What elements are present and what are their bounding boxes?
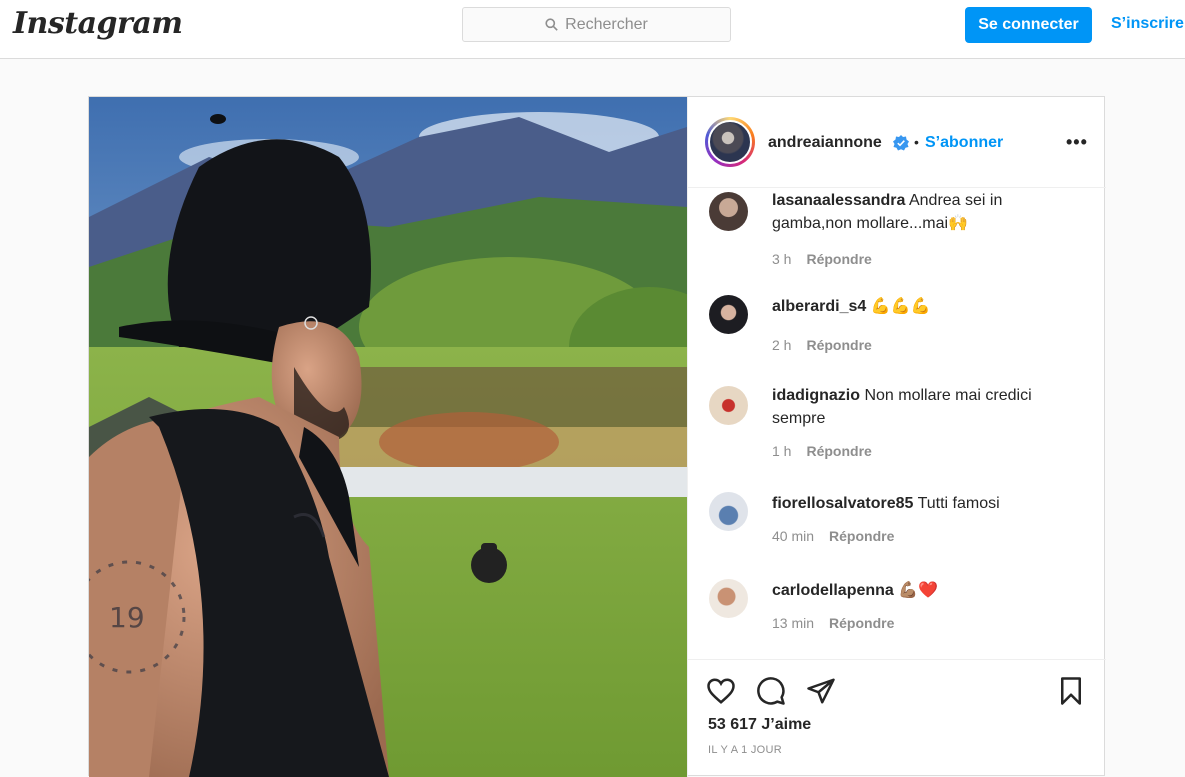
svg-text:19: 19 — [109, 601, 145, 634]
post-card: 19 andreaiannone • S’abonner ••• lasanaa… — [88, 96, 1106, 777]
comment-username[interactable]: carlodellapenna — [772, 582, 894, 599]
comments-list[interactable]: lasanaalessandra Andrea sei in gamba,non… — [688, 189, 1106, 659]
comment-message: 💪💪💪 — [870, 298, 931, 315]
reply-button[interactable]: Répondre — [806, 251, 871, 267]
comment-time: 13 min — [772, 615, 815, 631]
comment-time: 1 h — [772, 443, 792, 459]
signup-link[interactable]: S’inscrire — [1111, 15, 1184, 33]
comment-time: 40 min — [772, 528, 815, 544]
comment-username[interactable]: fiorellosalvatore85 — [772, 495, 913, 512]
reply-button[interactable]: Répondre — [829, 528, 894, 544]
comment-icon[interactable] — [756, 676, 786, 706]
comment-username[interactable]: alberardi_s4 — [772, 298, 866, 315]
reply-button[interactable]: Répondre — [806, 443, 871, 459]
comment-text: lasanaalessandra Andrea sei in gamba,non… — [772, 189, 1072, 235]
heart-icon[interactable] — [706, 676, 736, 706]
reply-button[interactable]: Répondre — [829, 615, 894, 631]
comment-meta: 40 min Répondre — [772, 528, 894, 544]
comment-text: fiorellosalvatore85 Tutti famosi — [772, 492, 1072, 515]
comment-message: Tutti famosi — [917, 495, 1000, 512]
commenter-avatar[interactable] — [709, 492, 748, 531]
comment-time: 3 h — [772, 251, 792, 267]
login-button[interactable]: Se connecter — [965, 7, 1092, 43]
bookmark-icon[interactable] — [1056, 676, 1086, 706]
comment-username[interactable]: idadignazio — [772, 387, 860, 404]
commenter-avatar[interactable] — [709, 386, 748, 425]
comment-text: idadignazio Non mollare mai credici semp… — [772, 384, 1072, 430]
share-icon[interactable] — [806, 676, 836, 706]
post-actions: 53 617 J’aime IL Y A 1 JOUR — [688, 659, 1106, 777]
commenter-avatar[interactable] — [709, 579, 748, 618]
comment-text: alberardi_s4 💪💪💪 — [772, 295, 1072, 318]
post-header: andreaiannone • S’abonner ••• — [688, 97, 1106, 188]
instagram-logo[interactable]: Instagram — [13, 6, 183, 41]
verified-icon — [893, 135, 909, 151]
comment-message: 💪🏽❤️ — [898, 582, 939, 599]
post-date[interactable]: IL Y A 1 JOUR — [708, 744, 782, 756]
commenter-avatar[interactable] — [709, 295, 748, 334]
author-avatar[interactable] — [705, 117, 755, 167]
more-options-button[interactable]: ••• — [1066, 132, 1088, 153]
comment-username[interactable]: lasanaalessandra — [772, 192, 905, 209]
commenter-avatar[interactable] — [709, 192, 748, 231]
top-navigation-bar: Instagram Rechercher Se connecter S’insc… — [0, 0, 1185, 59]
comment-meta: 13 min Répondre — [772, 615, 894, 631]
search-placeholder: Rechercher — [565, 15, 648, 33]
author-username[interactable]: andreaiannone — [768, 134, 882, 152]
reply-button[interactable]: Répondre — [806, 337, 871, 353]
post-sidebar: andreaiannone • S’abonner ••• lasanaales… — [687, 97, 1106, 777]
comment-meta: 3 h Répondre — [772, 251, 872, 267]
comment-text: carlodellapenna 💪🏽❤️ — [772, 579, 1072, 602]
post-photo[interactable]: 19 — [89, 97, 687, 777]
post-image: 19 — [89, 97, 687, 777]
search-input[interactable]: Rechercher — [462, 7, 731, 42]
avatar-image — [708, 120, 752, 164]
follow-button[interactable]: S’abonner — [925, 134, 1003, 152]
comment-meta: 2 h Répondre — [772, 337, 872, 353]
likes-count[interactable]: 53 617 J’aime — [708, 716, 811, 734]
comment-meta: 1 h Répondre — [772, 443, 872, 459]
comment-time: 2 h — [772, 337, 792, 353]
search-icon — [545, 18, 558, 31]
separator-dot: • — [914, 134, 919, 150]
